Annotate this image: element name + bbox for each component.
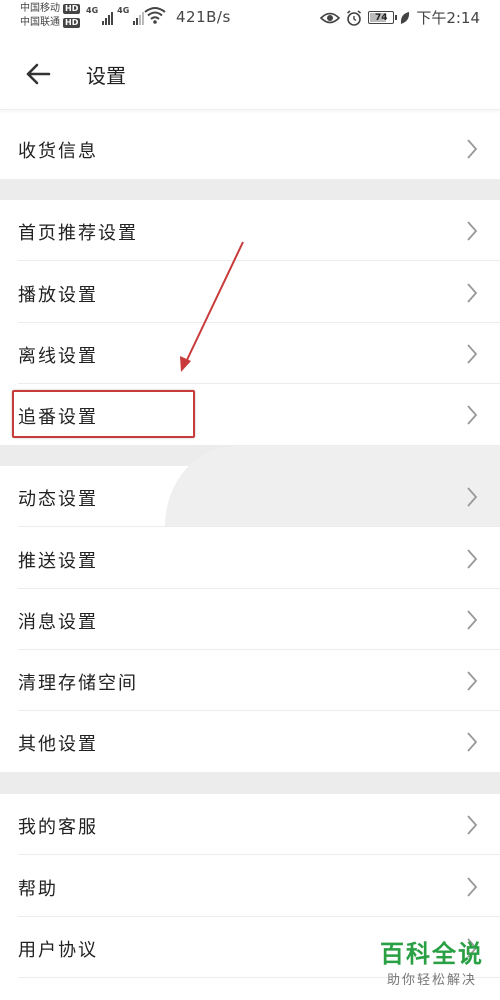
watermark-subtitle: 助你轻松解决: [386, 973, 477, 988]
annotation-arrow-icon: [180, 241, 244, 372]
watermark-logo: 百科全说 助你轻松解决: [380, 934, 484, 988]
watermark-title: 百科全说: [380, 940, 484, 968]
